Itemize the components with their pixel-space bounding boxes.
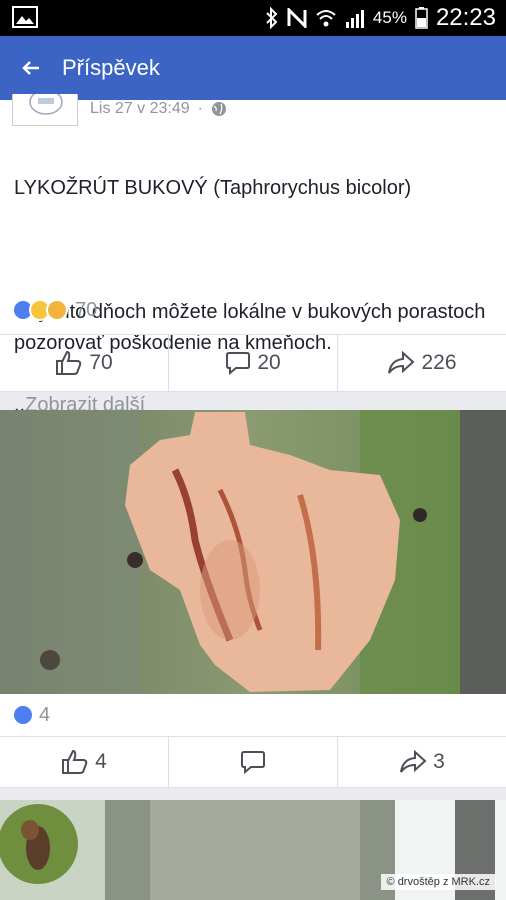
share-icon <box>388 351 415 374</box>
share-icon <box>400 750 427 773</box>
app-bar: Příspěvek <box>0 36 506 100</box>
thumbs-up-icon <box>62 749 88 774</box>
photo-share-count: 3 <box>433 750 445 773</box>
status-bar: 45% 22:23 <box>0 0 506 36</box>
comment-button[interactable]: 20 <box>169 335 338 391</box>
nfc-icon <box>287 8 307 28</box>
back-button[interactable] <box>0 36 62 100</box>
battery-percent: 45% <box>372 8 407 27</box>
photo-reaction-count: 4 <box>39 703 51 726</box>
photo-comment-button[interactable] <box>169 737 338 787</box>
meta-separator: · <box>197 100 203 117</box>
action-bar: 70 20 226 <box>0 334 506 392</box>
wifi-icon <box>316 10 336 27</box>
page-title: Příspěvek <box>62 55 160 80</box>
page-avatar[interactable] <box>12 89 78 126</box>
reactions-summary[interactable]: 70 <box>12 297 97 323</box>
post-title-line: LYKOŽRÚT BUKOVÝ (Taphrorychus bicolor) <box>14 177 412 199</box>
photo-share-button[interactable]: 3 <box>338 737 506 787</box>
like-reaction-icon <box>12 704 34 726</box>
watermark: © drvoštěp z MRK.cz <box>380 874 496 890</box>
photo-like-button[interactable]: 4 <box>0 737 169 787</box>
sad-reaction-icon <box>46 299 68 321</box>
reaction-count: 70 <box>75 298 98 321</box>
thumbs-up-icon <box>56 350 82 375</box>
page-logo-icon <box>29 89 63 115</box>
gallery-icon <box>12 6 38 28</box>
signal-icon <box>345 10 364 28</box>
back-arrow-icon <box>22 61 39 75</box>
photo-reactions-summary[interactable]: 4 <box>12 702 50 728</box>
bluetooth-icon <box>266 7 278 29</box>
share-button[interactable]: 226 <box>338 335 506 391</box>
post-meta: Lis 27 v 23:49 · <box>90 100 227 118</box>
post-card: Lis 27 v 23:49 · LYKOŽRÚT BUKOVÝ (Taphro… <box>0 89 506 416</box>
photo-like-count: 4 <box>95 750 107 773</box>
tree-bark-damage-photo <box>0 410 506 694</box>
post-photo[interactable] <box>0 410 506 694</box>
comment-icon <box>226 352 251 375</box>
like-count: 70 <box>89 351 113 374</box>
photo-post-footer: 4 4 3 <box>0 694 506 788</box>
comment-count: 20 <box>257 351 281 374</box>
comment-icon <box>241 751 265 774</box>
share-count: 226 <box>421 351 457 374</box>
like-button[interactable]: 70 <box>0 335 169 391</box>
post-timestamp[interactable]: Lis 27 v 23:49 <box>90 100 190 118</box>
next-post-card: © drvoštěp z MRK.cz <box>0 800 506 900</box>
photo-action-bar: 4 3 <box>0 736 506 788</box>
globe-icon <box>211 102 226 116</box>
battery-icon <box>415 7 428 29</box>
clock: 22:23 <box>435 4 496 31</box>
